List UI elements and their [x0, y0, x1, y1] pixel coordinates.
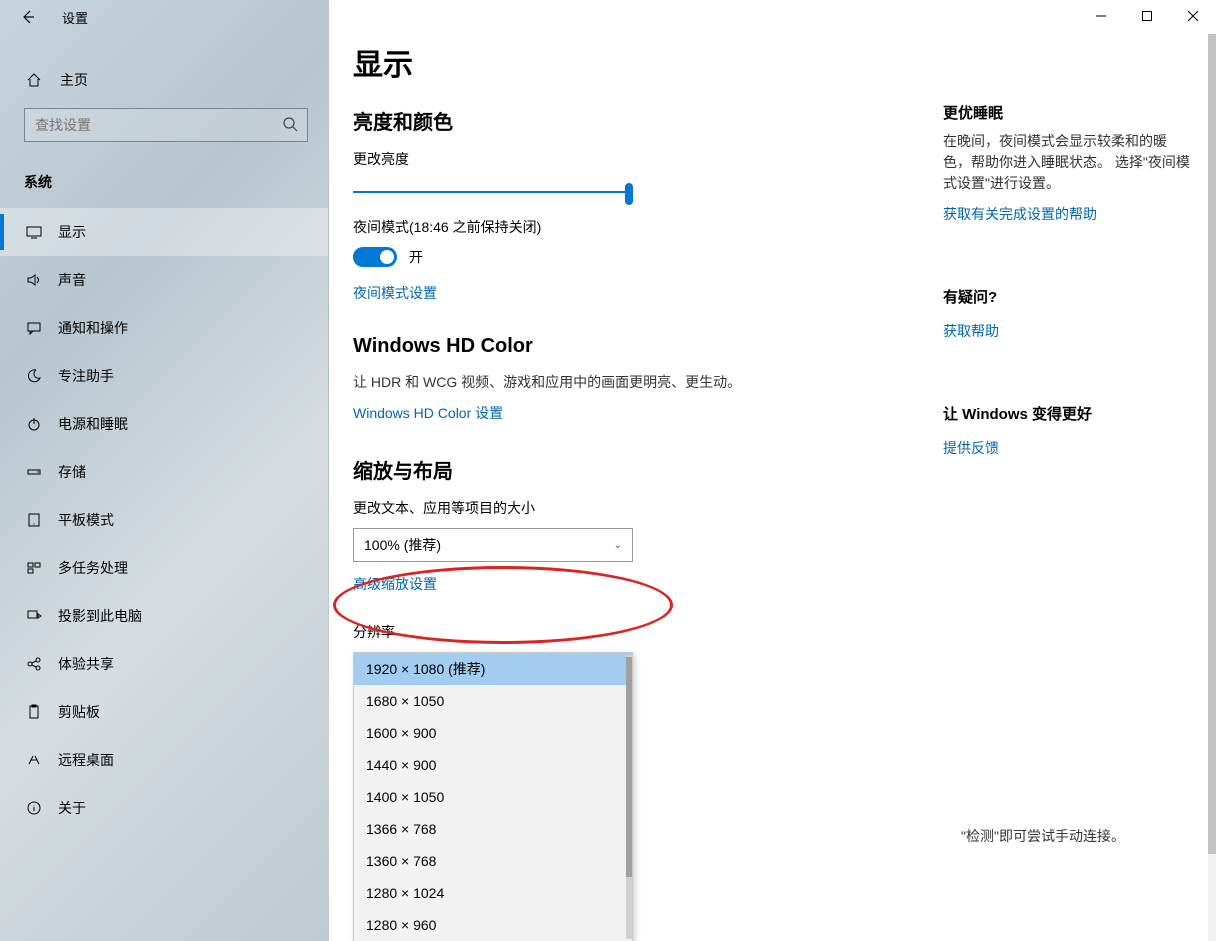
nav-display[interactable]: 显示	[0, 208, 328, 256]
detect-hint-text: "检测"即可尝试手动连接。	[961, 826, 1125, 846]
resolution-label: 分辨率	[353, 622, 933, 642]
titlebar-left: 设置	[0, 0, 328, 34]
share-icon	[24, 656, 44, 672]
back-arrow-icon	[20, 9, 36, 25]
resolution-option[interactable]: 1280 × 960	[354, 909, 632, 941]
speaker-icon	[24, 272, 44, 288]
resolution-dropdown[interactable]: 1920 × 1080 (推荐) 1680 × 1050 1600 × 900 …	[353, 652, 633, 941]
scale-section-header: 缩放与布局	[353, 455, 933, 484]
brightness-slider[interactable]	[353, 179, 633, 207]
scale-label: 更改文本、应用等项目的大小	[353, 498, 933, 518]
nav-label: 显示	[58, 222, 86, 242]
night-mode-label: 夜间模式(18:46 之前保持关闭)	[353, 217, 933, 237]
home-icon	[26, 72, 46, 88]
aside-improve-link[interactable]: 提供反馈	[943, 438, 999, 458]
nav-projecting[interactable]: 投影到此电脑	[0, 592, 328, 640]
resolution-option[interactable]: 1360 × 768	[354, 845, 632, 877]
search-input[interactable]	[24, 108, 308, 142]
clipboard-icon	[24, 704, 44, 720]
nav-about[interactable]: 关于	[0, 784, 328, 832]
scale-select[interactable]: 100% (推荐) ⌄	[353, 528, 633, 562]
chevron-down-icon: ⌄	[614, 540, 622, 551]
main-content: 显示 亮度和颜色 更改亮度 夜间模式(18:46 之前保持关闭) 开 夜间模式设…	[329, 0, 1216, 941]
night-mode-toggle[interactable]	[353, 247, 397, 267]
drive-icon	[24, 464, 44, 480]
aside-question-link[interactable]: 获取帮助	[943, 321, 999, 341]
minimize-button[interactable]	[1078, 0, 1124, 32]
nav-label: 声音	[58, 270, 86, 290]
maximize-button[interactable]	[1124, 0, 1170, 32]
moon-icon	[24, 368, 44, 384]
nav-label: 多任务处理	[58, 558, 128, 578]
nav-label: 体验共享	[58, 654, 114, 674]
night-mode-state: 开	[409, 247, 423, 267]
brightness-section-header: 亮度和颜色	[353, 106, 933, 135]
resolution-option[interactable]: 1400 × 1050	[354, 781, 632, 813]
nav-power-sleep[interactable]: 电源和睡眠	[0, 400, 328, 448]
dropdown-scrollbar[interactable]	[626, 655, 632, 939]
hd-color-section-header: Windows HD Color	[353, 335, 933, 358]
resolution-option[interactable]: 1440 × 900	[354, 749, 632, 781]
info-icon	[24, 800, 44, 816]
close-icon	[1187, 10, 1199, 22]
advanced-scale-link[interactable]: 高级缩放设置	[353, 574, 437, 594]
nav-label: 关于	[58, 798, 86, 818]
project-icon	[24, 608, 44, 624]
aside-sleep-title: 更优睡眠	[943, 102, 1193, 123]
nav-label: 远程桌面	[58, 750, 114, 770]
slider-thumb[interactable]	[625, 183, 633, 205]
aside-sleep-link[interactable]: 获取有关完成设置的帮助	[943, 204, 1097, 224]
power-icon	[24, 416, 44, 432]
nav-storage[interactable]: 存储	[0, 448, 328, 496]
nav-label: 电源和睡眠	[58, 414, 128, 434]
nav-remote-desktop[interactable]: 远程桌面	[0, 736, 328, 784]
nav-notifications[interactable]: 通知和操作	[0, 304, 328, 352]
nav-focus-assist[interactable]: 专注助手	[0, 352, 328, 400]
aside-question-title: 有疑问?	[943, 286, 1193, 307]
resolution-option[interactable]: 1680 × 1050	[354, 685, 632, 717]
nav-label: 平板模式	[58, 510, 114, 530]
resolution-option[interactable]: 1366 × 768	[354, 813, 632, 845]
scale-value: 100% (推荐)	[364, 535, 441, 555]
dropdown-scrollbar-thumb[interactable]	[626, 657, 632, 877]
monitor-icon	[24, 224, 44, 240]
page-title: 显示	[353, 40, 933, 84]
nav-label: 投影到此电脑	[58, 606, 142, 626]
hd-color-description: 让 HDR 和 WCG 视频、游戏和应用中的画面更明亮、更生动。	[353, 372, 933, 393]
nav-label: 存储	[58, 462, 86, 482]
main-scrollbar[interactable]	[1208, 34, 1216, 941]
close-button[interactable]	[1170, 0, 1216, 32]
message-icon	[24, 320, 44, 336]
brightness-label: 更改亮度	[353, 149, 933, 169]
main-scrollbar-thumb[interactable]	[1208, 34, 1216, 854]
search-icon	[282, 116, 298, 135]
nav-sound[interactable]: 声音	[0, 256, 328, 304]
hd-color-settings-link[interactable]: Windows HD Color 设置	[353, 403, 503, 423]
nav-tablet-mode[interactable]: 平板模式	[0, 496, 328, 544]
home-nav[interactable]: 主页	[0, 56, 328, 100]
slider-track	[353, 191, 633, 193]
timeline-icon	[24, 560, 44, 576]
nav-label: 剪贴板	[58, 702, 100, 722]
nav-multitasking[interactable]: 多任务处理	[0, 544, 328, 592]
back-button[interactable]	[8, 0, 48, 34]
home-label: 主页	[60, 70, 88, 90]
app-title: 设置	[62, 8, 88, 27]
tablet-icon	[24, 512, 44, 528]
category-label: 系统	[0, 150, 328, 202]
sidebar: 设置 主页 系统 显示 声音	[0, 0, 329, 941]
minimize-icon	[1095, 10, 1107, 22]
nav-shared-experiences[interactable]: 体验共享	[0, 640, 328, 688]
night-mode-settings-link[interactable]: 夜间模式设置	[353, 283, 437, 303]
remote-icon	[24, 752, 44, 768]
aside-improve-title: 让 Windows 变得更好	[943, 403, 1193, 424]
resolution-option[interactable]: 1280 × 1024	[354, 877, 632, 909]
resolution-option[interactable]: 1600 × 900	[354, 717, 632, 749]
resolution-option[interactable]: 1920 × 1080 (推荐)	[354, 653, 632, 685]
nav-label: 通知和操作	[58, 318, 128, 338]
maximize-icon	[1141, 10, 1153, 22]
nav-label: 专注助手	[58, 366, 114, 386]
aside-sleep-desc: 在晚间，夜间模式会显示较柔和的暖色，帮助你进入睡眠状态。 选择"夜间模式设置"进…	[943, 131, 1193, 194]
nav-clipboard[interactable]: 剪贴板	[0, 688, 328, 736]
